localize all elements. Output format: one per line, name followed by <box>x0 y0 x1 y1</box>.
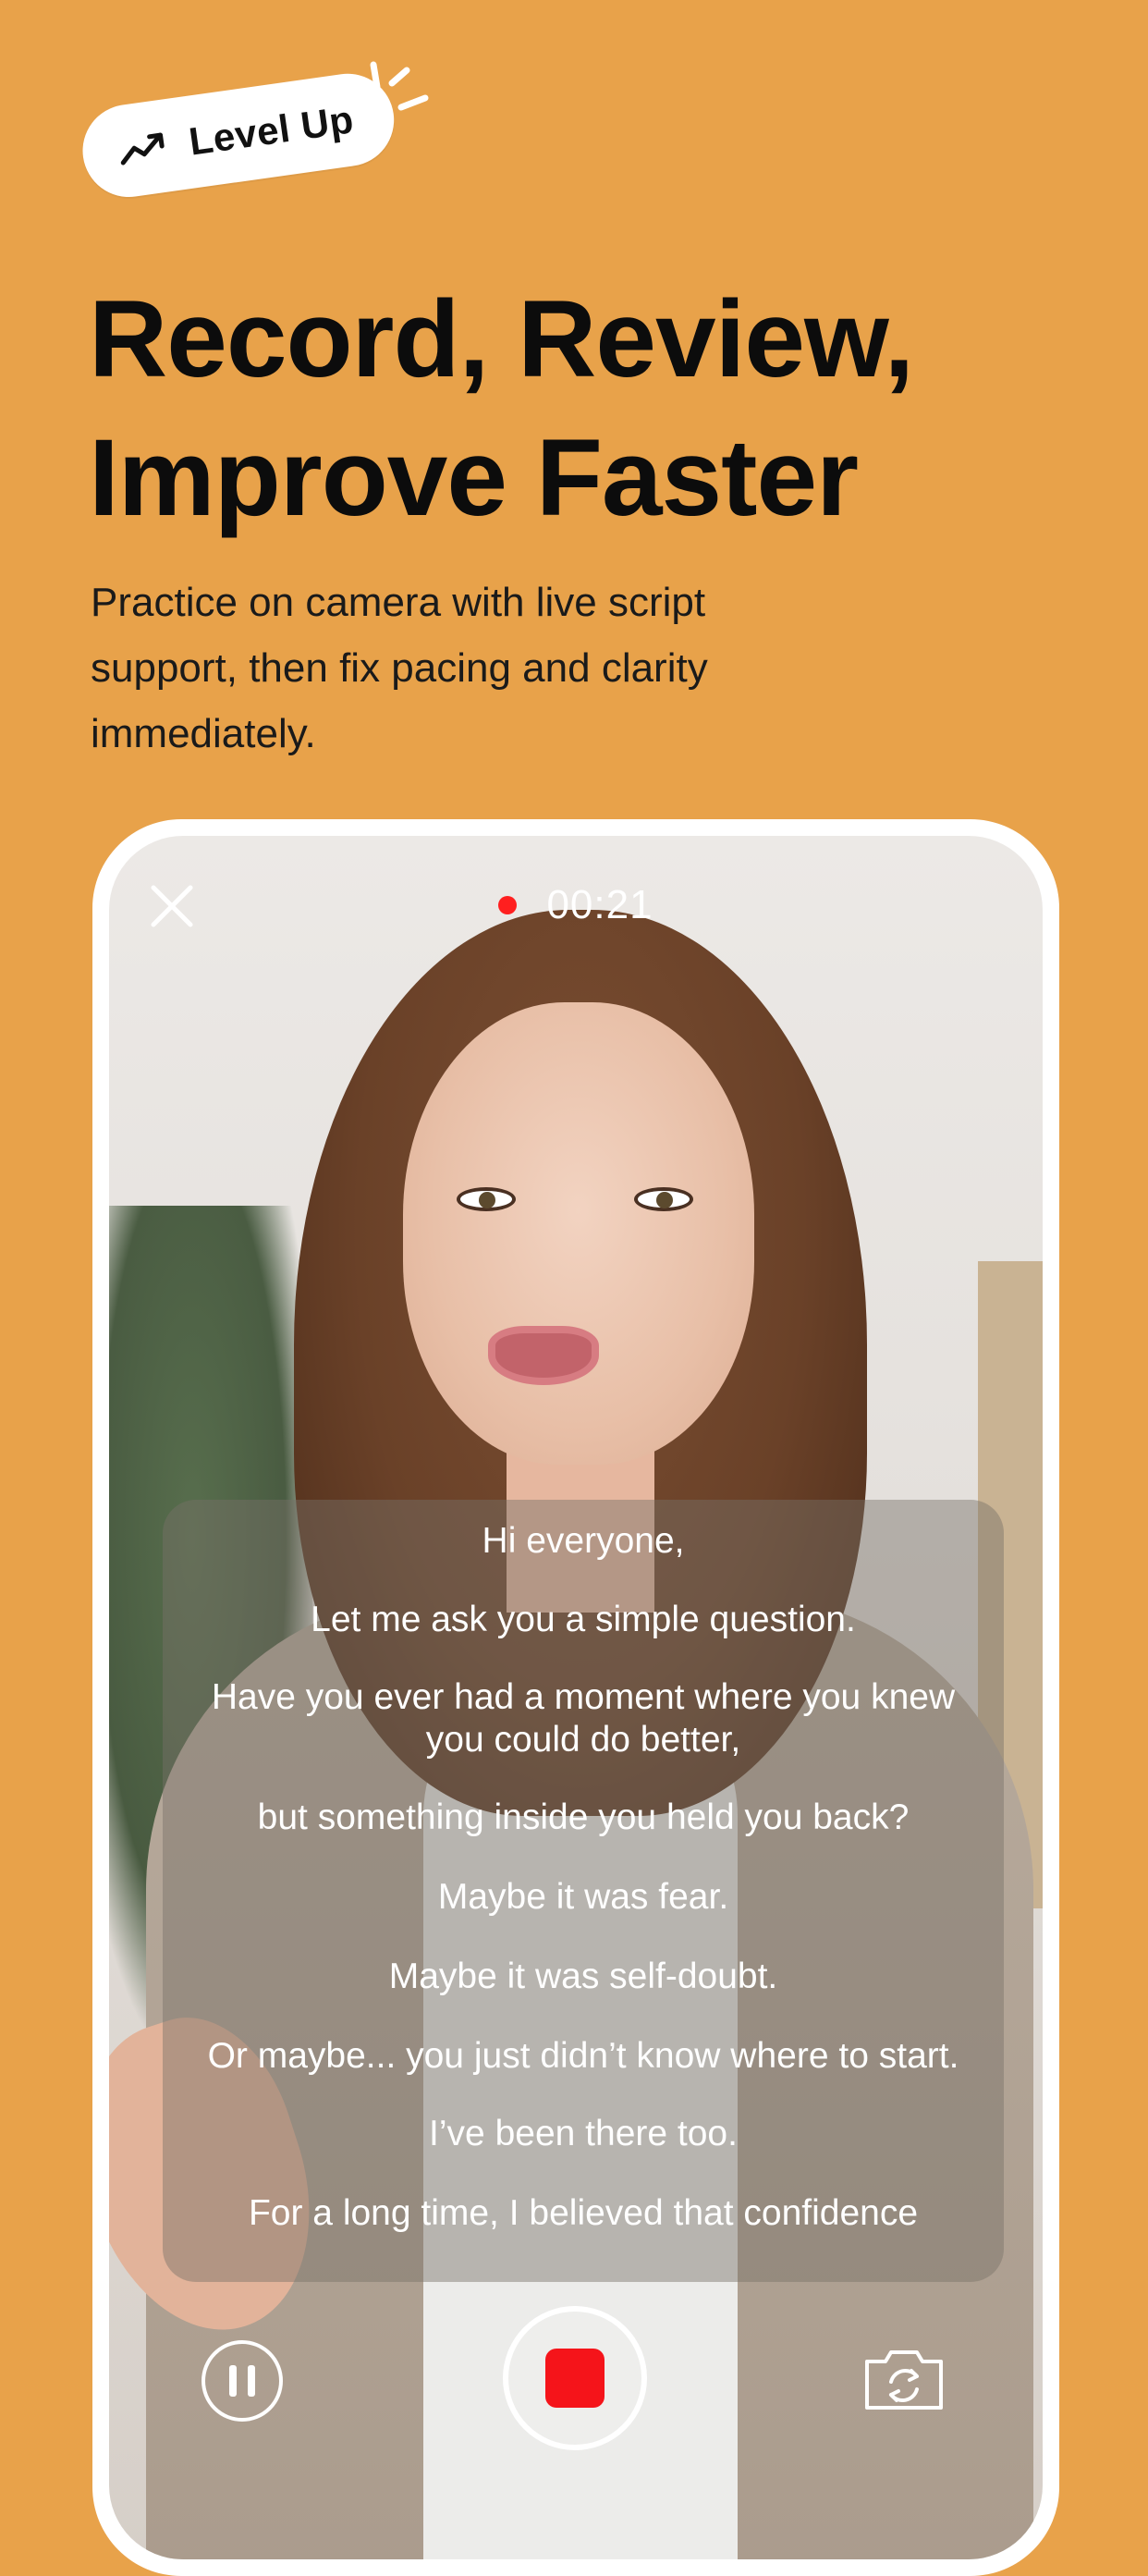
pause-button[interactable] <box>202 2340 283 2422</box>
timer-text: 00:21 <box>546 882 653 927</box>
script-line: Maybe it was fear. <box>437 1877 729 1917</box>
phone-frame: 00:21 Hi everyone, Let me ask you a simp… <box>92 819 1059 2576</box>
recording-timer: 00:21 <box>109 882 1043 928</box>
script-line: Hi everyone, <box>482 1521 685 1561</box>
person-eye-right <box>634 1187 693 1211</box>
page-title: Record, Review, Improve Faster <box>89 278 914 539</box>
script-line: Let me ask you a simple question. <box>311 1600 856 1639</box>
person-mouth <box>488 1326 599 1385</box>
stop-record-icon <box>545 2349 605 2408</box>
script-line: For a long time, I believed that confide… <box>248 2193 919 2233</box>
teleprompter-panel[interactable]: Hi everyone, Let me ask you a simple que… <box>163 1500 1004 2282</box>
script-line: Have you ever had a moment where you kne… <box>211 1677 956 1760</box>
script-line: but something inside you held you back? <box>257 1797 910 1837</box>
page-subtitle: Practice on camera with live script supp… <box>91 580 708 756</box>
trending-up-icon <box>116 129 171 168</box>
sparkle-icon <box>360 57 434 127</box>
pause-icon <box>229 2365 237 2397</box>
person-face <box>403 1002 754 1465</box>
flip-camera-button[interactable] <box>860 2341 948 2415</box>
person-eye-left <box>457 1187 516 1211</box>
level-up-badge: Level Up <box>77 67 400 203</box>
camera-flip-icon <box>865 2350 943 2410</box>
script-line: Or maybe... you just didn’t know where t… <box>207 2036 959 2076</box>
badge-label: Level Up <box>186 97 357 164</box>
camera-screen: 00:21 Hi everyone, Let me ask you a simp… <box>109 836 1043 2559</box>
pause-icon-bar <box>248 2365 255 2397</box>
recording-dot-icon <box>498 896 518 914</box>
script-line: Maybe it was self-doubt. <box>388 1957 778 1996</box>
script-line: I’ve been there too. <box>429 2114 738 2153</box>
record-stop-button[interactable] <box>503 2306 647 2450</box>
